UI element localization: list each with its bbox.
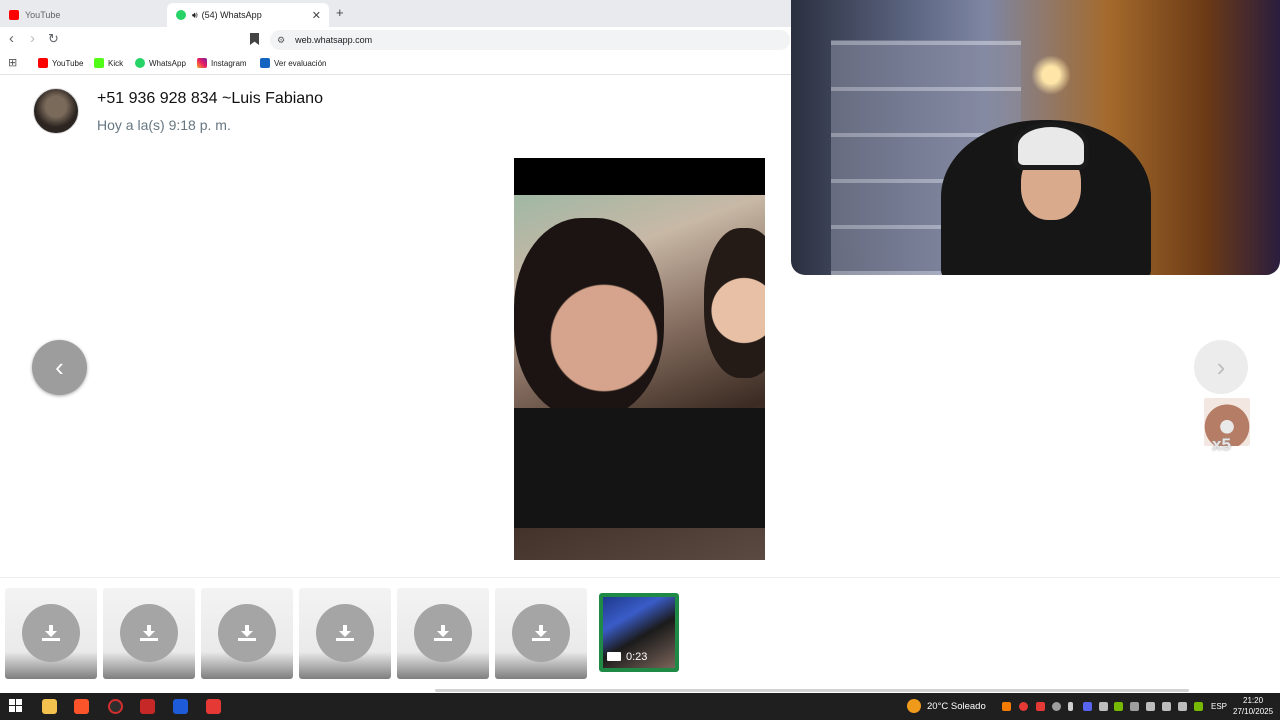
media-thumbnail[interactable] (201, 588, 293, 679)
media-thumbnail[interactable] (495, 588, 587, 679)
network-icon[interactable] (1162, 702, 1171, 711)
download-icon[interactable] (414, 604, 472, 662)
bookmark-youtube[interactable]: YouTube (38, 58, 83, 68)
bookmark-whatsapp[interactable]: WhatsApp (135, 58, 186, 68)
bookmark-label: YouTube (52, 58, 84, 68)
close-tab-icon[interactable]: ✕ (312, 9, 321, 22)
volume-icon[interactable] (1178, 702, 1187, 711)
streamer-webcam-overlay (791, 0, 1280, 275)
discord-icon[interactable] (1083, 702, 1092, 711)
previous-media-button[interactable]: ‹ (32, 340, 87, 395)
download-icon[interactable] (218, 604, 276, 662)
tray-icon[interactable] (1099, 702, 1108, 711)
next-media-button[interactable]: › (1194, 340, 1248, 394)
clock-date[interactable]: 27/10/2025 (1233, 707, 1273, 716)
apps-grid-icon[interactable]: ⊞ (8, 56, 17, 69)
sun-icon[interactable] (907, 699, 921, 713)
weather-text[interactable]: 20°C Soleado (927, 701, 986, 712)
chevron-right-icon: › (1216, 351, 1226, 382)
video-camera-icon (607, 652, 621, 661)
tab-label: YouTube (25, 10, 61, 20)
media-thumbnail[interactable] (397, 588, 489, 679)
tab-whatsapp[interactable]: 🔊︎ (54) WhatsApp ✕ (167, 3, 329, 27)
bookmark-instagram[interactable]: Instagram (197, 58, 247, 68)
download-icon[interactable] (316, 604, 374, 662)
contact-avatar[interactable] (33, 88, 79, 134)
video-person-right (704, 228, 765, 378)
video-duration: 0:23 (626, 651, 648, 663)
bookmark-kick[interactable]: Kick (94, 58, 123, 68)
media-thumbnail[interactable] (5, 588, 97, 679)
bookmark-ver-evaluacion[interactable]: Ver evaluación (260, 58, 326, 68)
reload-icon[interactable]: ↻ (48, 31, 59, 47)
video-foreground (514, 408, 765, 528)
youtube-icon (38, 58, 48, 68)
kick-icon (94, 58, 104, 68)
voicemeeter-icon[interactable] (140, 699, 155, 714)
download-icon[interactable] (22, 604, 80, 662)
app-red-icon[interactable] (206, 699, 221, 714)
brave-browser-icon[interactable] (74, 699, 89, 714)
obs-icon[interactable] (108, 699, 123, 714)
video-person-left (514, 218, 664, 418)
nvidia-icon[interactable] (1114, 702, 1123, 711)
microphone-icon[interactable] (1068, 702, 1073, 711)
back-icon[interactable]: ‹ (9, 31, 14, 47)
language-indicator[interactable]: ESP (1211, 702, 1227, 711)
chevron-left-icon: ‹ (55, 352, 64, 382)
bookmark-label: Instagram (211, 58, 247, 68)
tray-icon[interactable] (1194, 702, 1203, 711)
tray-icon[interactable] (1002, 702, 1011, 711)
youtube-icon (9, 10, 19, 20)
tray-icon[interactable] (1019, 702, 1028, 711)
app-icon[interactable] (173, 699, 188, 714)
speaker-icon: 🔊︎ (192, 9, 198, 20)
url-text: web.whatsapp.com (295, 35, 373, 45)
tab-youtube[interactable]: YouTube (0, 3, 165, 27)
message-timestamp: Hoy a la(s) 9:18 p. m. (97, 117, 231, 133)
forward-icon[interactable]: › (30, 31, 35, 47)
clock-time[interactable]: 21:20 (1243, 696, 1263, 705)
webcam-beanie (1013, 122, 1089, 170)
evaluation-icon (260, 58, 270, 68)
tray-icon[interactable] (1130, 702, 1139, 711)
tray-icon[interactable] (1052, 702, 1061, 711)
windows-start-icon[interactable] (9, 699, 24, 714)
new-tab-button[interactable]: + (336, 5, 344, 20)
contact-name: +51 936 928 834 ~Luis Fabiano (97, 90, 323, 107)
download-icon[interactable] (120, 604, 178, 662)
whatsapp-icon (135, 58, 145, 68)
horizontal-scrollbar[interactable] (435, 689, 1189, 692)
address-bar[interactable]: ⚙ web.whatsapp.com (270, 30, 790, 50)
media-thumbnail[interactable] (299, 588, 391, 679)
emote-count: x5 (1212, 435, 1231, 454)
download-icon[interactable] (512, 604, 570, 662)
tray-icon[interactable] (1036, 702, 1045, 711)
bookmark-label: Ver evaluación (274, 58, 327, 68)
whatsapp-icon (176, 10, 186, 20)
bookmark-label: WhatsApp (149, 58, 186, 68)
tray-icon[interactable] (1146, 702, 1155, 711)
webcam-lamp (1031, 55, 1071, 95)
site-info-icon[interactable]: ⚙ (277, 35, 285, 46)
instagram-icon (197, 58, 207, 68)
tab-label: (54) WhatsApp (201, 10, 262, 20)
media-thumbnail[interactable] (103, 588, 195, 679)
video-player[interactable] (514, 158, 765, 560)
bookmark-label: Kick (108, 58, 124, 68)
file-explorer-icon[interactable] (42, 699, 57, 714)
